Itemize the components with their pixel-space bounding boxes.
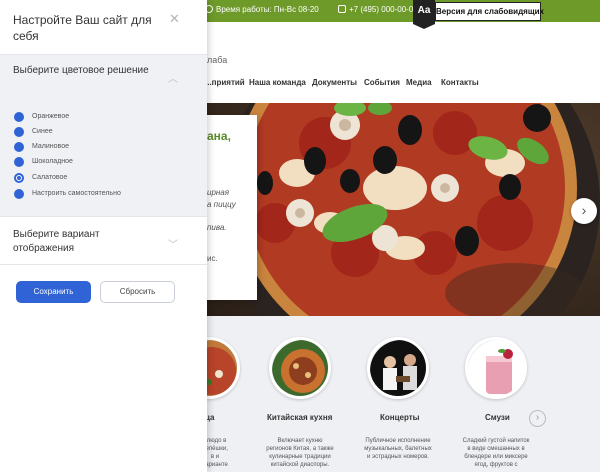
settings-panel: Настройте Ваш сайт для себя ✕ Выберите ц… (0, 0, 207, 472)
features-next-arrow[interactable]: › (529, 410, 546, 427)
feature-image-concerts[interactable] (367, 337, 429, 399)
hero-line-1: ирная (207, 188, 230, 197)
feature-title-smoothie[interactable]: Смузи (485, 413, 510, 422)
feature-desc-smoothie: Сладкий густой напиток в виде смешанных … (462, 438, 530, 468)
phone-text: +7 (495) 000-00-00 (349, 5, 418, 14)
feature-title-concerts[interactable]: Концерты (380, 413, 420, 422)
feature-image-smoothie[interactable] (465, 337, 527, 399)
radio-button-selected[interactable] (14, 173, 24, 183)
hero-next-arrow[interactable]: › (571, 198, 597, 224)
feature-desc-chinese: Включает кухню регионов Китая, а также к… (266, 438, 334, 468)
close-icon[interactable]: ✕ (169, 11, 180, 27)
nav-item-events-partial[interactable]: ...приятий (205, 78, 245, 87)
color-section-label: Выберите цветовое решение (13, 65, 149, 76)
divider (0, 264, 207, 265)
hero-text-card: ана, ирная а пиццу пива. ис. (205, 115, 257, 300)
working-hours-text: Время работы: Пн-Вс 08-20 (216, 5, 319, 14)
pizza-image (220, 103, 600, 316)
nav-item-documents[interactable]: Документы (312, 78, 357, 87)
color-option-label: Синее (32, 128, 53, 135)
chevron-right-icon: › (535, 412, 540, 423)
chevron-right-icon: › (581, 202, 587, 218)
nav-item-team[interactable]: Наша команда (249, 78, 306, 87)
radio-button[interactable] (14, 157, 24, 167)
feature-desc-concerts: Публичное исполнение музыкальных, балетн… (364, 438, 432, 460)
radio-button[interactable] (14, 112, 24, 122)
color-option-label: Шоколадное (32, 158, 73, 165)
chevron-up-icon[interactable]: ︿ (168, 70, 178, 85)
feature-image-chinese[interactable] (269, 337, 331, 399)
phone-number[interactable]: +7 (495) 000-00-00 (338, 5, 418, 14)
nav-item-media[interactable]: Медиа (406, 78, 432, 87)
color-options-list: Оранжевое Синее Малиновое Шоколадное Сал… (0, 99, 207, 216)
divider (0, 216, 207, 217)
hero-line-3: пива. (207, 223, 227, 232)
phone-icon (338, 5, 346, 13)
save-button[interactable]: Сохранить (16, 281, 91, 303)
site-logo-fragment[interactable]: лаба (207, 55, 227, 65)
color-option-label: Оранжевое (32, 113, 70, 120)
hero-slider[interactable] (205, 103, 600, 316)
radio-button[interactable] (14, 189, 24, 199)
working-hours: Время работы: Пн-Вс 08-20 (205, 5, 319, 14)
accessibility-version-button[interactable]: Версия для слабовидящих (435, 2, 544, 21)
display-section-label[interactable]: Выберите вариант отображения (13, 228, 153, 256)
chevron-down-icon[interactable]: ﹀ (168, 236, 178, 251)
settings-panel-title: Настройте Ваш сайт для себя (13, 13, 152, 43)
feature-title-chinese[interactable]: Китайская кухня (267, 413, 332, 422)
hero-line-2: а пиццу (207, 200, 236, 209)
reset-button[interactable]: Сбросить (100, 281, 175, 303)
hero-heading: ана, (207, 129, 231, 143)
font-size-badge[interactable]: Aa (413, 0, 435, 29)
color-option-label: Малиновое (32, 143, 69, 150)
hero-line-4: ис. (207, 254, 218, 263)
radio-button[interactable] (14, 142, 24, 152)
nav-item-events[interactable]: События (364, 78, 400, 87)
color-option-label: Настроить самостоятельно (32, 190, 121, 197)
nav-item-contacts[interactable]: Контакты (441, 78, 479, 87)
radio-button[interactable] (14, 127, 24, 137)
color-section-header[interactable]: Выберите цветовое решение ︿ (0, 55, 207, 99)
color-option-label: Салатовое (32, 174, 68, 181)
